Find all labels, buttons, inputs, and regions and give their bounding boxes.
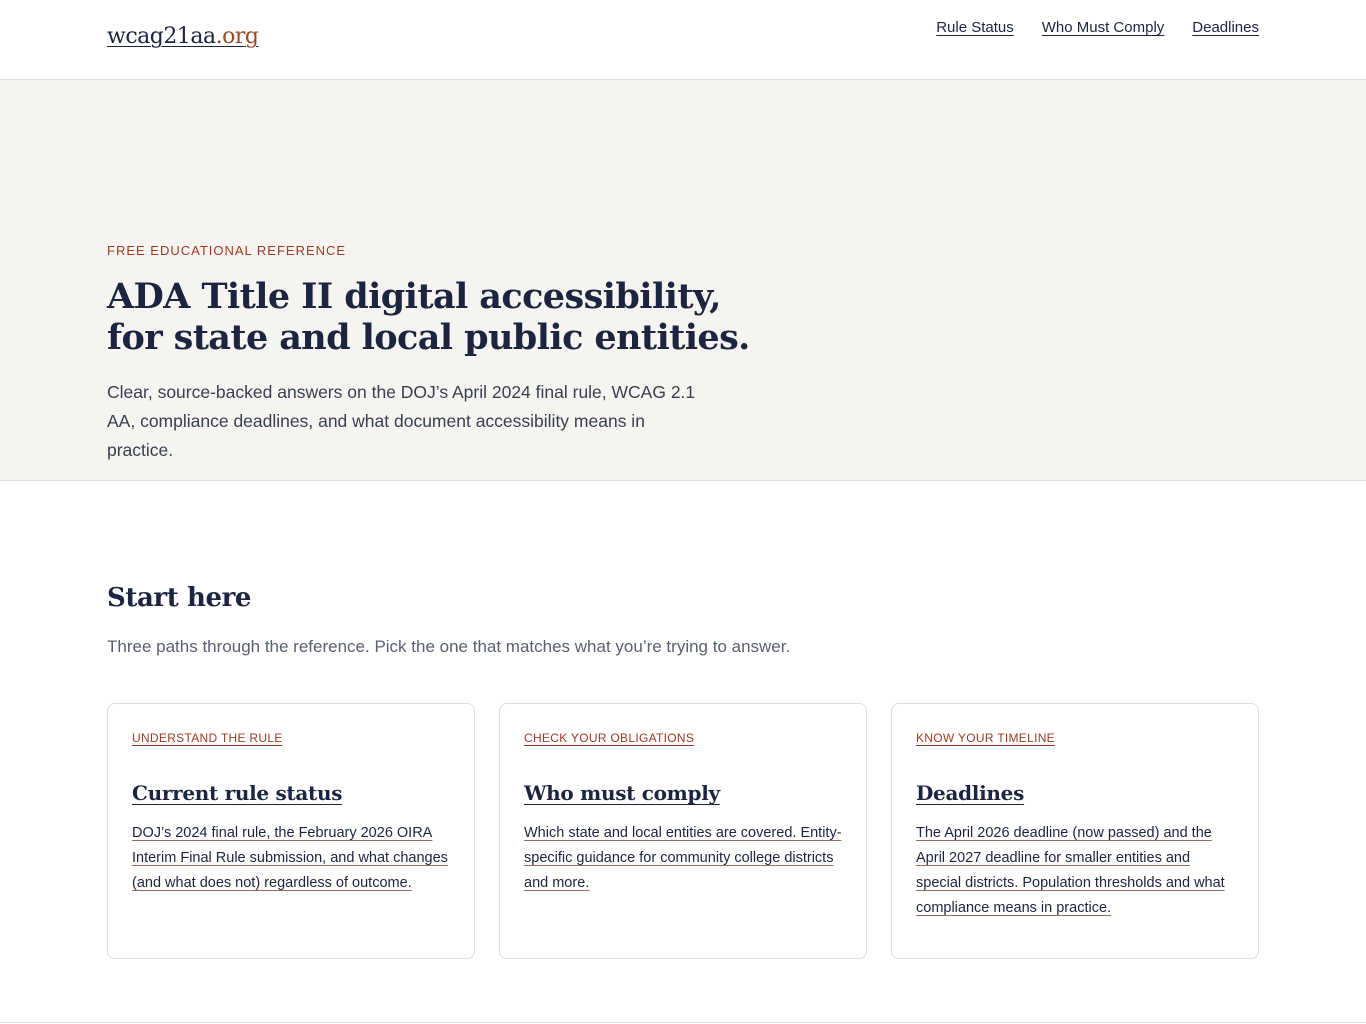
card-eyebrow: UNDERSTAND THE RULE (132, 731, 283, 745)
path-cards: UNDERSTAND THE RULE Current rule status … (107, 703, 1259, 959)
hero-eyebrow: FREE EDUCATIONAL REFERENCE (107, 243, 347, 258)
card-description: DOJ’s 2024 final rule, the February 2026… (132, 825, 448, 891)
logo-tld: .org (215, 24, 259, 49)
logo-main: wcag21aa (107, 24, 216, 49)
section-divider (0, 1022, 1366, 1023)
card-who-must-comply[interactable]: CHECK YOUR OBLIGATIONS Who must comply W… (499, 703, 867, 959)
start-here-title: Start here (107, 583, 252, 613)
nav-rule-status[interactable]: Rule Status (936, 19, 1014, 36)
hero-lede: Clear, source-backed answers on the DOJ’… (107, 382, 696, 460)
nav-deadlines[interactable]: Deadlines (1192, 19, 1259, 36)
hero-title-line-2: for state and local public entities. (107, 317, 750, 358)
card-eyebrow: KNOW YOUR TIMELINE (916, 731, 1055, 745)
site-header: wcag21aa.org Rule Status Who Must Comply… (0, 0, 1366, 80)
main-nav: Rule Status Who Must Comply Deadlines (936, 19, 1259, 36)
start-here-subtitle: Three paths through the reference. Pick … (107, 637, 791, 656)
card-description: The April 2026 deadline (now passed) and… (916, 825, 1225, 916)
nav-who-must-comply[interactable]: Who Must Comply (1042, 19, 1165, 36)
hero-title-line-1: ADA Title II digital accessibility, (107, 276, 721, 317)
card-title: Who must comply (524, 781, 720, 805)
site-logo-link[interactable]: wcag21aa.org (107, 24, 259, 49)
card-description: Which state and local entities are cover… (524, 825, 842, 891)
hero-title: ADA Title II digital accessibility, for … (107, 276, 807, 358)
hero-section: FREE EDUCATIONAL REFERENCE ADA Title II … (0, 80, 1366, 481)
card-eyebrow: CHECK YOUR OBLIGATIONS (524, 731, 695, 745)
card-deadlines[interactable]: KNOW YOUR TIMELINE Deadlines The April 2… (891, 703, 1259, 959)
card-title: Deadlines (916, 781, 1025, 805)
card-current-rule-status[interactable]: UNDERSTAND THE RULE Current rule status … (107, 703, 475, 959)
card-title: Current rule status (132, 781, 343, 805)
